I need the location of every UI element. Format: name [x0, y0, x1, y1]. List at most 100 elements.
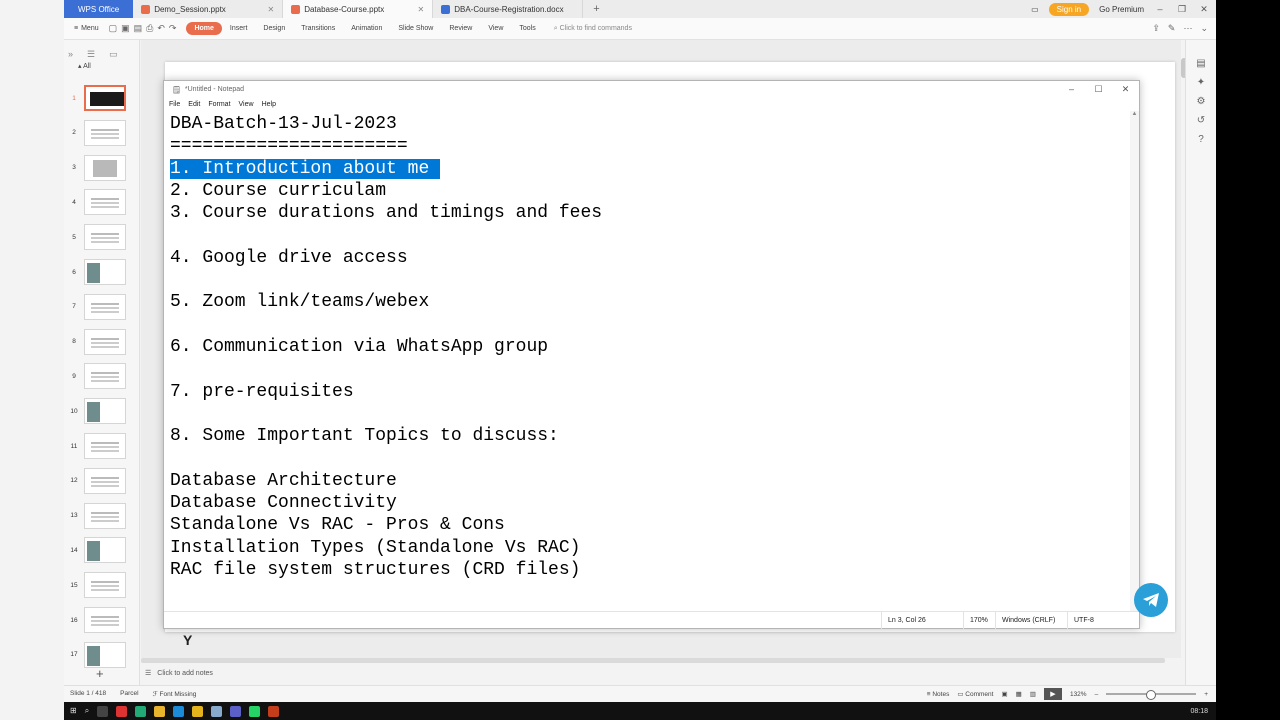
zoom-out-icon[interactable]: – [1095, 691, 1099, 698]
properties-icon[interactable]: ▤ [1196, 58, 1205, 69]
list-view-icon[interactable]: ☰ [87, 49, 95, 60]
whatsapp-icon[interactable] [249, 705, 261, 717]
slide-thumbnail[interactable]: 6 [64, 258, 140, 286]
chrome-icon[interactable] [192, 705, 204, 717]
search-icon[interactable]: ⌕ [85, 706, 89, 717]
menu-format[interactable]: Format [208, 101, 230, 108]
layout-icon[interactable]: ▭ [1031, 5, 1039, 14]
undo-icon[interactable]: ↶ [157, 23, 165, 34]
go-premium-button[interactable]: Go Premium [1099, 5, 1144, 14]
slide-thumbnail[interactable]: 12 [64, 467, 140, 495]
slide-thumbnail[interactable]: 4 [64, 188, 140, 216]
task-view-icon[interactable] [97, 705, 109, 717]
play-slideshow-button[interactable]: ▶ [1043, 688, 1062, 700]
sign-in-button[interactable]: Sign in [1048, 2, 1090, 16]
slide-thumbnail[interactable]: 16 [64, 606, 140, 634]
grid-view-icon[interactable]: ▭ [109, 49, 118, 60]
minimize-icon[interactable]: – [1058, 84, 1085, 95]
slide-thumbnail[interactable]: 7 [64, 293, 140, 321]
slide-thumbnail[interactable]: 10 [64, 397, 140, 425]
wps-icon[interactable] [116, 705, 128, 717]
tab-database-course[interactable]: Database-Course.pptx ✕ [283, 0, 434, 18]
open-icon[interactable]: ▢ [109, 23, 118, 34]
tab-animation[interactable]: Animation [343, 25, 390, 32]
export-icon[interactable]: ▤ [134, 23, 143, 34]
maximize-icon[interactable]: ☐ [1085, 84, 1112, 95]
menu-view[interactable]: View [239, 101, 254, 108]
notes-toggle[interactable]: ≡ Notes [927, 691, 950, 698]
minimize-icon[interactable]: – [1154, 4, 1166, 14]
section-all-label[interactable]: ▴ All [64, 62, 139, 70]
comment-toggle[interactable]: ▭ Comment [957, 690, 993, 698]
normal-view-icon[interactable]: ▣ [1001, 690, 1007, 698]
zoom-level[interactable]: 132% [1070, 691, 1087, 698]
font-missing-button[interactable]: ℱ Font Missing [153, 690, 197, 698]
reading-view-icon[interactable]: ▥ [1030, 690, 1036, 698]
slide-thumbnail[interactable]: 14 [64, 536, 140, 564]
notepad-scrollbar[interactable]: ▲ [1130, 111, 1139, 611]
horizontal-scrollbar[interactable] [141, 658, 1165, 663]
menu-edit[interactable]: Edit [188, 101, 200, 108]
save-icon[interactable]: ▣ [121, 23, 130, 34]
add-slide-button[interactable]: + [96, 666, 104, 681]
add-tab-button[interactable]: + [583, 3, 609, 15]
redo-icon[interactable]: ↷ [169, 23, 177, 34]
slide-thumbnail[interactable]: 13 [64, 502, 140, 530]
powerpoint-icon[interactable] [268, 705, 280, 717]
zoom-in-icon[interactable]: + [1204, 691, 1208, 698]
slide-sorter-icon[interactable]: ▦ [1016, 690, 1022, 698]
folder-icon[interactable] [154, 705, 166, 717]
telegram-button[interactable] [1134, 583, 1168, 617]
close-icon[interactable]: ✕ [418, 5, 425, 14]
zoom-slider[interactable] [1106, 690, 1197, 700]
teams-icon[interactable] [230, 705, 242, 717]
app-icon[interactable] [135, 705, 147, 717]
scroll-up-icon[interactable]: ▲ [1130, 111, 1139, 117]
slide-thumbnail[interactable]: 5 [64, 223, 140, 251]
notepad-app-icon[interactable] [211, 705, 223, 717]
tab-review[interactable]: Review [441, 25, 480, 32]
menu-button[interactable]: ≡ Menu [64, 25, 109, 32]
wps-office-tab[interactable]: WPS Office [64, 0, 134, 18]
text-line [170, 358, 1132, 380]
slide-thumbnail[interactable]: 9 [64, 362, 140, 390]
edge-icon[interactable] [173, 705, 185, 717]
share-icon[interactable]: ⇪ [1152, 23, 1160, 34]
notes-pane[interactable]: ☰ Click to add notes [141, 664, 1181, 682]
collapse-panel-icon[interactable]: » [68, 49, 73, 59]
slide-thumbnail[interactable]: 15 [64, 571, 140, 599]
tab-tools[interactable]: Tools [511, 25, 543, 32]
menu-help[interactable]: Help [262, 101, 276, 108]
slide-thumbnail[interactable]: 8 [64, 328, 140, 356]
tab-dba-course-registration[interactable]: DBA-Course-Registration.docx [433, 0, 584, 18]
settings-sliders-icon[interactable]: ⚙ [1197, 96, 1206, 107]
print-icon[interactable]: ⎙ [146, 23, 153, 34]
tab-home[interactable]: Home [186, 22, 222, 35]
slide-thumbnail[interactable]: 3 [64, 154, 140, 182]
chevron-down-icon[interactable]: ⌄ [1200, 23, 1208, 34]
tab-design[interactable]: Design [255, 25, 293, 32]
find-commands-input[interactable]: ⌕ Click to find commands [554, 25, 632, 33]
pin-icon[interactable]: ✦ [1197, 77, 1205, 88]
tab-slide-show[interactable]: Slide Show [390, 25, 441, 32]
more-icon[interactable]: ⋯ [1183, 23, 1192, 34]
windows-start-icon[interactable]: ⊞ [70, 706, 77, 717]
tab-insert[interactable]: Insert [222, 25, 256, 32]
close-icon[interactable]: ✕ [1112, 84, 1139, 95]
comment-icon[interactable]: ✎ [1168, 23, 1176, 34]
slide-thumbnail[interactable]: 1 [64, 84, 140, 112]
slide-thumbnail[interactable]: 17 [64, 641, 140, 669]
theme-name[interactable]: Parcel [120, 690, 138, 698]
close-icon[interactable]: ✕ [268, 5, 275, 14]
menu-file[interactable]: File [169, 101, 180, 108]
tab-demo-session[interactable]: Demo_Session.pptx ✕ [133, 0, 284, 18]
restore-icon[interactable]: ❐ [1176, 4, 1188, 15]
notepad-text-area[interactable]: DBA-Batch-13-Jul-2023 ===================… [164, 111, 1132, 611]
history-icon[interactable]: ↺ [1197, 115, 1205, 126]
tab-view[interactable]: View [480, 25, 511, 32]
help-icon[interactable]: ? [1198, 134, 1204, 145]
tab-transitions[interactable]: Transitions [293, 25, 343, 32]
slide-thumbnail[interactable]: 2 [64, 119, 140, 147]
close-window-icon[interactable]: ✕ [1198, 4, 1210, 15]
slide-thumbnail[interactable]: 11 [64, 432, 140, 460]
